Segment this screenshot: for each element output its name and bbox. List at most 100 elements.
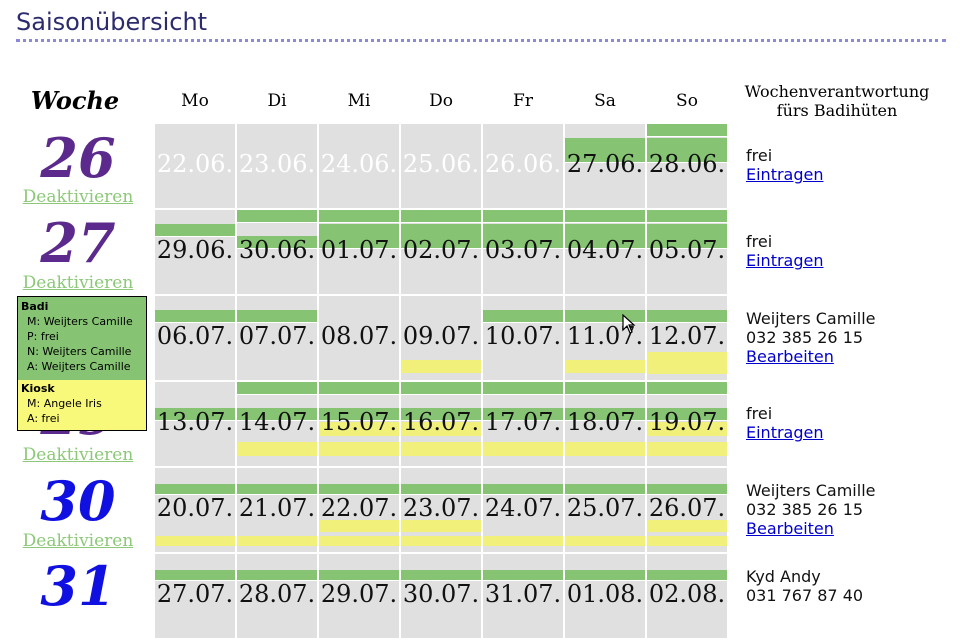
week-responsibility: Weijters Camille 032 385 26 15 Bearbeiten <box>746 481 875 538</box>
badi-shift-bar <box>483 570 563 580</box>
day-cell[interactable]: 26.07. <box>647 468 727 552</box>
day-cell[interactable]: 28.07. <box>237 554 317 638</box>
week-deactivate-link[interactable]: Deaktivieren <box>18 273 138 293</box>
day-date: 29.06. <box>156 236 234 264</box>
day-cell[interactable]: 16.07. <box>401 382 481 466</box>
day-cell[interactable]: 29.06. <box>155 210 235 294</box>
day-date: 22.07. <box>320 494 398 522</box>
day-cell[interactable]: 10.07. <box>483 296 563 380</box>
badi-shift-bar <box>155 484 235 494</box>
day-cell[interactable]: 26.06. <box>483 124 563 208</box>
day-cell[interactable]: 12.07. <box>647 296 727 380</box>
badi-shift-bar <box>319 210 399 222</box>
badi-shift-bar <box>647 210 727 222</box>
day-cell[interactable]: 21.07. <box>237 468 317 552</box>
bearbeiten-link[interactable]: Bearbeiten <box>746 519 875 538</box>
responsible-name: Weijters Camille <box>746 309 876 328</box>
day-cell[interactable]: 20.07. <box>155 468 235 552</box>
day-cell[interactable]: 24.07. <box>483 468 563 552</box>
badi-shift-bar <box>483 382 563 394</box>
shift-divider <box>565 394 645 395</box>
day-cell[interactable]: 30.06. <box>237 210 317 294</box>
week-responsibility: frei Eintragen <box>746 404 824 442</box>
badi-shift-bar <box>401 224 481 236</box>
day-cell[interactable]: 27.06. <box>565 124 645 208</box>
day-cell[interactable]: 31.07. <box>483 554 563 638</box>
kiosk-shift-bar <box>647 352 727 374</box>
week-deactivate-link[interactable]: Deaktivieren <box>18 187 138 207</box>
day-header-fr: Fr <box>513 91 533 111</box>
day-date: 22.06. <box>156 150 234 178</box>
day-cell[interactable]: 15.07. <box>319 382 399 466</box>
badi-shift-bar <box>483 484 563 494</box>
day-date: 02.08. <box>648 580 726 608</box>
eintragen-link[interactable]: Eintragen <box>746 251 824 270</box>
badi-shift-bar <box>155 224 235 236</box>
day-cell[interactable]: 02.07. <box>401 210 481 294</box>
day-cell[interactable]: 03.07. <box>483 210 563 294</box>
day-cell[interactable]: 13.07. <box>155 382 235 466</box>
badi-shift-bar <box>319 484 399 494</box>
day-cell[interactable]: 30.07. <box>401 554 481 638</box>
day-cell[interactable]: 23.07. <box>401 468 481 552</box>
week-responsibility: frei Eintragen <box>746 146 824 184</box>
kiosk-shift-bar <box>155 536 235 546</box>
day-date: 15.07. <box>320 408 398 436</box>
day-cell[interactable]: 06.07. <box>155 296 235 380</box>
day-date: 08.07. <box>320 322 398 350</box>
badi-shift-bar <box>647 484 727 494</box>
badi-shift-bar <box>565 382 645 394</box>
day-cell[interactable]: 19.07. <box>647 382 727 466</box>
day-cell[interactable]: 22.06. <box>155 124 235 208</box>
day-cell[interactable]: 18.07. <box>565 382 645 466</box>
day-cell[interactable]: 07.07. <box>237 296 317 380</box>
day-cell[interactable]: 09.07. <box>401 296 481 380</box>
shift-divider <box>647 222 727 223</box>
shift-divider <box>319 222 399 223</box>
day-date: 28.07. <box>238 580 316 608</box>
day-cell[interactable]: 22.07. <box>319 468 399 552</box>
day-cell[interactable]: 02.08. <box>647 554 727 638</box>
day-cell[interactable]: 04.07. <box>565 210 645 294</box>
day-cell[interactable]: 17.07. <box>483 382 563 466</box>
day-cell[interactable]: 08.07. <box>319 296 399 380</box>
responsible-name: frei <box>746 146 773 165</box>
week-deactivate-link[interactable]: Deaktivieren <box>18 445 138 465</box>
shift-divider <box>483 394 563 395</box>
responsible-name: frei <box>746 232 773 251</box>
day-cell[interactable]: 25.07. <box>565 468 645 552</box>
responsible-name: Weijters Camille <box>746 481 876 500</box>
kiosk-shift-bar <box>319 442 399 456</box>
badi-shift-bar <box>565 138 645 150</box>
day-cell[interactable]: 14.07. <box>237 382 317 466</box>
day-cell[interactable]: 25.06. <box>401 124 481 208</box>
kiosk-shift-bar <box>319 536 399 546</box>
day-date: 19.07. <box>648 408 726 436</box>
day-cell[interactable]: 01.08. <box>565 554 645 638</box>
tooltip-kiosk-section: Kiosk M: Angele Iris A: frei <box>18 380 146 430</box>
day-cell[interactable]: 05.07. <box>647 210 727 294</box>
day-cell[interactable]: 24.06. <box>319 124 399 208</box>
day-cell[interactable]: 01.07. <box>319 210 399 294</box>
tooltip-kiosk-row: A: frei <box>27 412 60 425</box>
eintragen-link[interactable]: Eintragen <box>746 423 824 442</box>
kiosk-shift-bar <box>237 442 317 456</box>
kiosk-shift-bar <box>237 536 317 546</box>
day-cell[interactable]: 11.07. <box>565 296 645 380</box>
day-cell[interactable]: 27.07. <box>155 554 235 638</box>
responsible-phone: 032 385 26 15 <box>746 328 864 347</box>
day-cell[interactable]: 29.07. <box>319 554 399 638</box>
day-cell[interactable]: 28.06. <box>647 124 727 208</box>
bearbeiten-link[interactable]: Bearbeiten <box>746 347 875 366</box>
badi-shift-bar <box>647 570 727 580</box>
week-responsibility: Weijters Camille 032 385 26 15 Bearbeiten <box>746 309 875 366</box>
week-deactivate-link[interactable]: Deaktivieren <box>18 531 138 551</box>
responsibility-header-line1: Wochenverantwortung <box>744 82 930 101</box>
shift-divider <box>483 222 563 223</box>
day-date: 07.07. <box>238 322 316 350</box>
day-cell[interactable]: 23.06. <box>237 124 317 208</box>
responsibility-header-line2: fürs Badihüten <box>776 101 898 120</box>
day-date: 12.07. <box>648 322 726 350</box>
badi-shift-bar <box>319 382 399 394</box>
eintragen-link[interactable]: Eintragen <box>746 165 824 184</box>
